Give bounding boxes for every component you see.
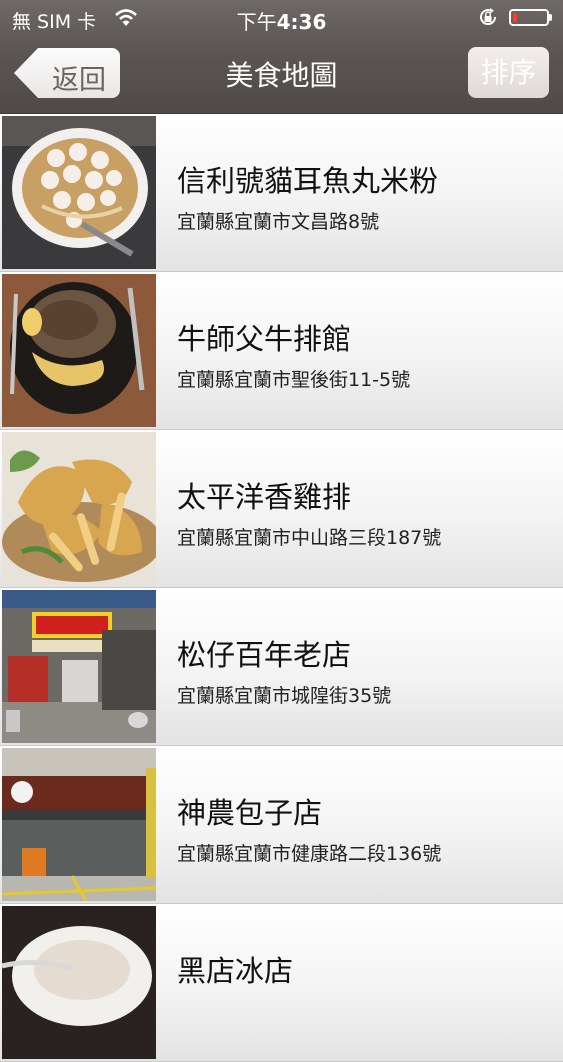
status-bar: 無 SIM 卡 下午4:36	[0, 0, 563, 36]
fried-chicken-photo	[2, 432, 156, 585]
list-item[interactable]: 牛師父牛排館 宜蘭縣宜蘭市聖後街11-5號	[0, 272, 563, 430]
time-value: 4:36	[276, 10, 327, 34]
restaurant-address: 宜蘭縣宜蘭市聖後街11-5號	[177, 369, 411, 391]
list-item[interactable]: 黑店冰店	[0, 904, 563, 1062]
time-prefix: 下午	[236, 10, 277, 34]
battery-icon	[509, 9, 549, 26]
old-shopfront-photo	[2, 590, 156, 743]
shaved-ice-bowl-photo	[2, 906, 156, 1059]
battery-level	[513, 13, 517, 22]
restaurant-name: 黑店冰店	[177, 954, 294, 988]
battery-tip	[549, 14, 552, 21]
restaurant-name: 太平洋香雞排	[177, 480, 352, 514]
rotation-lock-icon	[477, 6, 499, 33]
list-item[interactable]: 松仔百年老店 宜蘭縣宜蘭市城隍街35號	[0, 588, 563, 746]
list-item[interactable]: 神農包子店 宜蘭縣宜蘭市健康路二段136號	[0, 746, 563, 904]
restaurant-list: 信利號貓耳魚丸米粉 宜蘭縣宜蘭市文昌路8號 牛師父牛排館 宜蘭縣宜蘭市聖後街11…	[0, 114, 563, 1062]
top-bar: 無 SIM 卡 下午4:36 返回 美食地圖 排序	[0, 0, 563, 114]
sort-button[interactable]: 排序	[468, 47, 549, 98]
list-item[interactable]: 太平洋香雞排 宜蘭縣宜蘭市中山路三段187號	[0, 430, 563, 588]
restaurant-address: 宜蘭縣宜蘭市健康路二段136號	[177, 843, 442, 865]
bun-shop-storefront-photo	[2, 748, 156, 901]
restaurant-name: 信利號貓耳魚丸米粉	[177, 164, 439, 198]
fishball-noodle-soup-photo	[2, 116, 156, 269]
sizzling-steak-photo	[2, 274, 156, 427]
restaurant-name: 松仔百年老店	[177, 638, 352, 672]
restaurant-name: 牛師父牛排館	[177, 322, 352, 356]
restaurant-name: 神農包子店	[177, 796, 323, 830]
restaurant-address: 宜蘭縣宜蘭市城隍街35號	[177, 685, 392, 707]
restaurant-address: 宜蘭縣宜蘭市中山路三段187號	[177, 527, 442, 549]
restaurant-address: 宜蘭縣宜蘭市文昌路8號	[177, 211, 380, 233]
list-item[interactable]: 信利號貓耳魚丸米粉 宜蘭縣宜蘭市文昌路8號	[0, 114, 563, 272]
